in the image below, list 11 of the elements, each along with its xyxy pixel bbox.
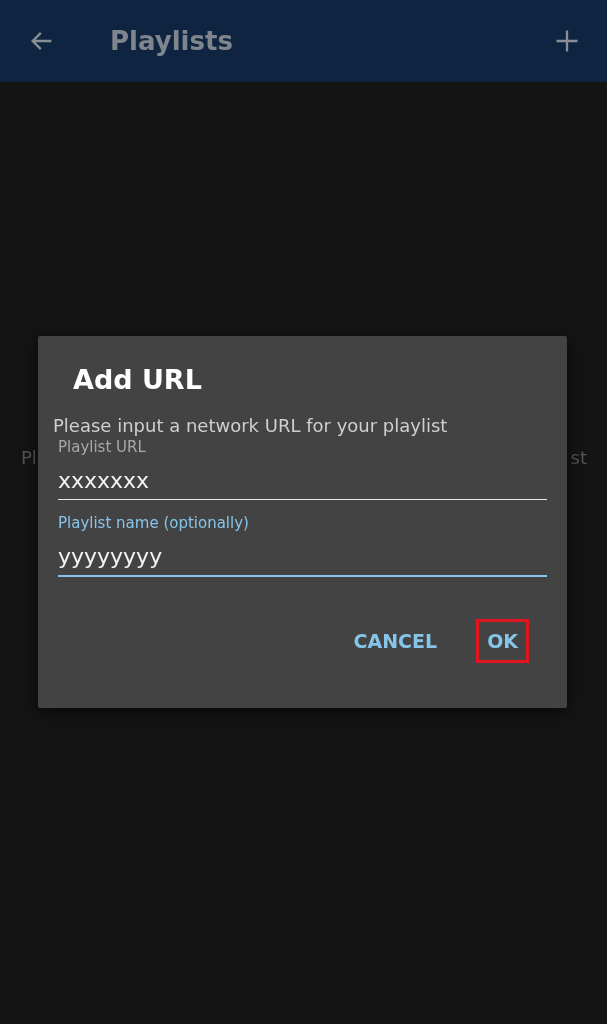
dialog-button[interactable]: OK	[476, 619, 529, 663]
input-field[interactable]: yyyyyyyy	[58, 532, 547, 577]
background-text: Pl	[21, 447, 37, 468]
background-text: st	[570, 447, 587, 468]
field-label: Playlist name (optionally)	[58, 514, 250, 532]
input-field[interactable]: xxxxxxx	[58, 456, 547, 500]
dialog-title: Add URL	[73, 364, 203, 395]
dialog-button[interactable]: CANCEL	[342, 619, 449, 663]
field-label: Playlist URL	[58, 438, 147, 456]
dialog-message: Please input a network URL for your playlist	[53, 415, 449, 436]
screen-title: Playlists	[110, 26, 234, 56]
